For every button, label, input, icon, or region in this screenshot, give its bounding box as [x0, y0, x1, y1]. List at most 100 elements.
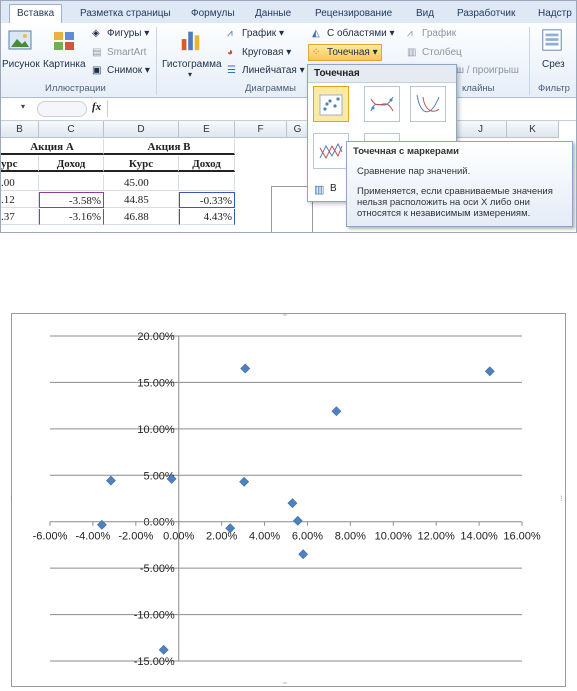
column-header-g[interactable]: G [287, 121, 309, 138]
cell-header-stock-a[interactable]: Акция А [1, 139, 104, 155]
cell-e-row2[interactable]: -0.33% [179, 192, 235, 208]
cell-d-row2[interactable]: 44.85 [104, 192, 179, 208]
histogram-icon [181, 31, 200, 51]
picture-button[interactable]: Рисунок [2, 59, 40, 70]
formula-bar: ▾ fx [1, 98, 576, 121]
cell-c-row3[interactable]: -3.16% [39, 209, 104, 225]
tooltip-title: Точечная с маркерами [353, 146, 459, 157]
sparkline-column-button[interactable]: Столбец [422, 47, 462, 58]
clipart-button[interactable]: Картинка [43, 59, 86, 70]
tab-developer[interactable]: Разработчик [450, 5, 522, 23]
scatter-point [292, 515, 303, 526]
scatter-point [484, 366, 495, 377]
formula-zoom-control[interactable] [37, 101, 87, 117]
picture-icon [8, 30, 32, 50]
screenshot-icon: ▣ [92, 65, 102, 76]
pie-button[interactable]: Круговая ▾ [242, 47, 291, 58]
pie-chart-icon: ◕ [227, 47, 234, 58]
tab-review[interactable]: Рецензирование [308, 5, 399, 23]
column-header-d[interactable]: D [104, 121, 179, 138]
column-header-k[interactable]: K [507, 121, 559, 138]
x-tick-label: 6.00% [292, 531, 323, 543]
slicer-icon [542, 29, 562, 51]
scatter-plot: 20.00%15.00%10.00%5.00%0.00%-5.00%-10.00… [33, 331, 541, 668]
screenshot-button[interactable]: Снимок ▾ [107, 65, 150, 76]
cell-e-row3[interactable]: 4.43% [179, 209, 235, 225]
group-label-charts: Диаграммы [245, 83, 296, 94]
all-chart-types-link[interactable]: В [330, 183, 337, 194]
group-separator [156, 27, 157, 95]
scatter-markers-icon [319, 94, 343, 116]
x-tick-label: 16.00% [503, 531, 541, 543]
column-header-j[interactable]: J [455, 121, 507, 138]
scatter-smooth-markers-icon [370, 96, 394, 112]
cell-e-row1[interactable] [179, 175, 235, 191]
scatter-tooltip: Точечная с маркерами Сравнение пар значе… [346, 141, 573, 227]
shapes-button[interactable]: Фигуры ▾ [107, 28, 149, 39]
smartart-button[interactable]: SmartArt [107, 47, 146, 58]
namebox-dropdown-icon[interactable]: ▾ [21, 102, 25, 111]
tab-view[interactable]: Вид [409, 5, 441, 23]
scatter-point [287, 498, 298, 509]
cell-c-row1[interactable] [39, 175, 104, 191]
cell-d-row1[interactable]: 45.00 [104, 175, 179, 191]
cell-b-row1[interactable]: .00 [1, 175, 39, 191]
x-tick-label: 14.00% [460, 531, 498, 543]
cell-header-stock-b[interactable]: Акция В [104, 139, 235, 155]
cell-b-row2[interactable]: .12 [1, 192, 39, 208]
scatter-smooth-option[interactable] [410, 86, 446, 122]
scatter-straight-markers-icon [319, 142, 343, 160]
cell-b-header[interactable]: урс [1, 156, 39, 172]
x-tick-label: -2.00% [118, 531, 153, 543]
column-header-e[interactable]: E [179, 121, 235, 138]
ribbon-panel: Рисунок Картинка ◈ Фигуры ▾ ▤ SmartArt ▣… [1, 23, 576, 98]
sparkline-winloss-button[interactable]: ш / проигрыш [456, 65, 519, 76]
tooltip-line2: Применяется, если сравниваемые значения … [357, 186, 553, 219]
tab-insert[interactable]: Вставка [9, 4, 63, 24]
scatter-gallery-header: Точечная [308, 65, 456, 83]
scatter-point [239, 476, 250, 487]
shapes-icon: ◈ [92, 28, 100, 39]
column-header-c[interactable]: C [39, 121, 104, 138]
all-chart-types-icon: ▥ [314, 184, 325, 196]
scatter-smooth-markers-option[interactable] [364, 86, 400, 122]
bar-chart-icon: ☰ [227, 65, 236, 76]
y-tick-label: 0.00% [144, 517, 175, 529]
cell-c-header[interactable]: Доход [39, 156, 104, 172]
excel-window-screenshot: Вставка Разметка страницы Формулы Данные… [0, 0, 577, 233]
x-tick-label: 10.00% [375, 531, 413, 543]
tab-addins[interactable]: Надстр [531, 5, 576, 23]
linear-button[interactable]: Линейчатая ▾ [242, 65, 305, 76]
group-label-sparklines: клайны [462, 83, 495, 94]
histogram-dropdown-arrow-icon[interactable]: ▾ [188, 70, 192, 79]
cell-b-row3[interactable]: .37 [1, 209, 39, 225]
scatter-point [331, 406, 342, 417]
cell-e-header[interactable]: Доход [179, 156, 235, 172]
x-tick-label: 4.00% [249, 531, 280, 543]
smartart-icon: ▤ [92, 47, 102, 58]
x-tick-label: 0.00% [163, 531, 194, 543]
clipart-icon [54, 32, 74, 50]
tab-page-layout[interactable]: Разметка страницы [73, 5, 178, 23]
scatter-straight-markers-option[interactable] [313, 133, 349, 169]
cell-d-header[interactable]: Курс [104, 156, 179, 172]
slicer-button[interactable]: Срез [542, 59, 565, 70]
cell-c-row2[interactable]: -3.58% [39, 192, 104, 208]
graph-button[interactable]: График ▾ [242, 28, 284, 39]
y-tick-label: 20.00% [137, 331, 175, 343]
tab-data[interactable]: Данные [248, 5, 298, 23]
column-header-b[interactable]: B [1, 121, 39, 138]
scatter-button[interactable]: Точечная ▾ [327, 47, 378, 58]
group-label-filter: Фильтр [538, 83, 570, 94]
tab-formulas[interactable]: Формулы [184, 5, 242, 23]
cell-d-row3[interactable]: 46.88 [104, 209, 179, 225]
column-header-f[interactable]: F [235, 121, 287, 138]
insert-function-icon[interactable]: fx [92, 101, 101, 113]
scatter-markers-option[interactable] [313, 86, 349, 122]
scatter-chart-area[interactable]: ∙∙∙∙ ∙∙∙∙ ⁝ ⁝ 20.00% 15.00% 10.00% 5.00% 0.0… [10, 310, 566, 687]
sparkline-graph-button[interactable]: График [422, 28, 456, 39]
histogram-button[interactable]: Гистограмма [162, 59, 222, 70]
ribbon-tab-bar: Вставка Разметка страницы Формулы Данные… [1, 1, 576, 24]
area-button[interactable]: С областями ▾ [327, 28, 395, 39]
scatter-point [106, 475, 116, 486]
